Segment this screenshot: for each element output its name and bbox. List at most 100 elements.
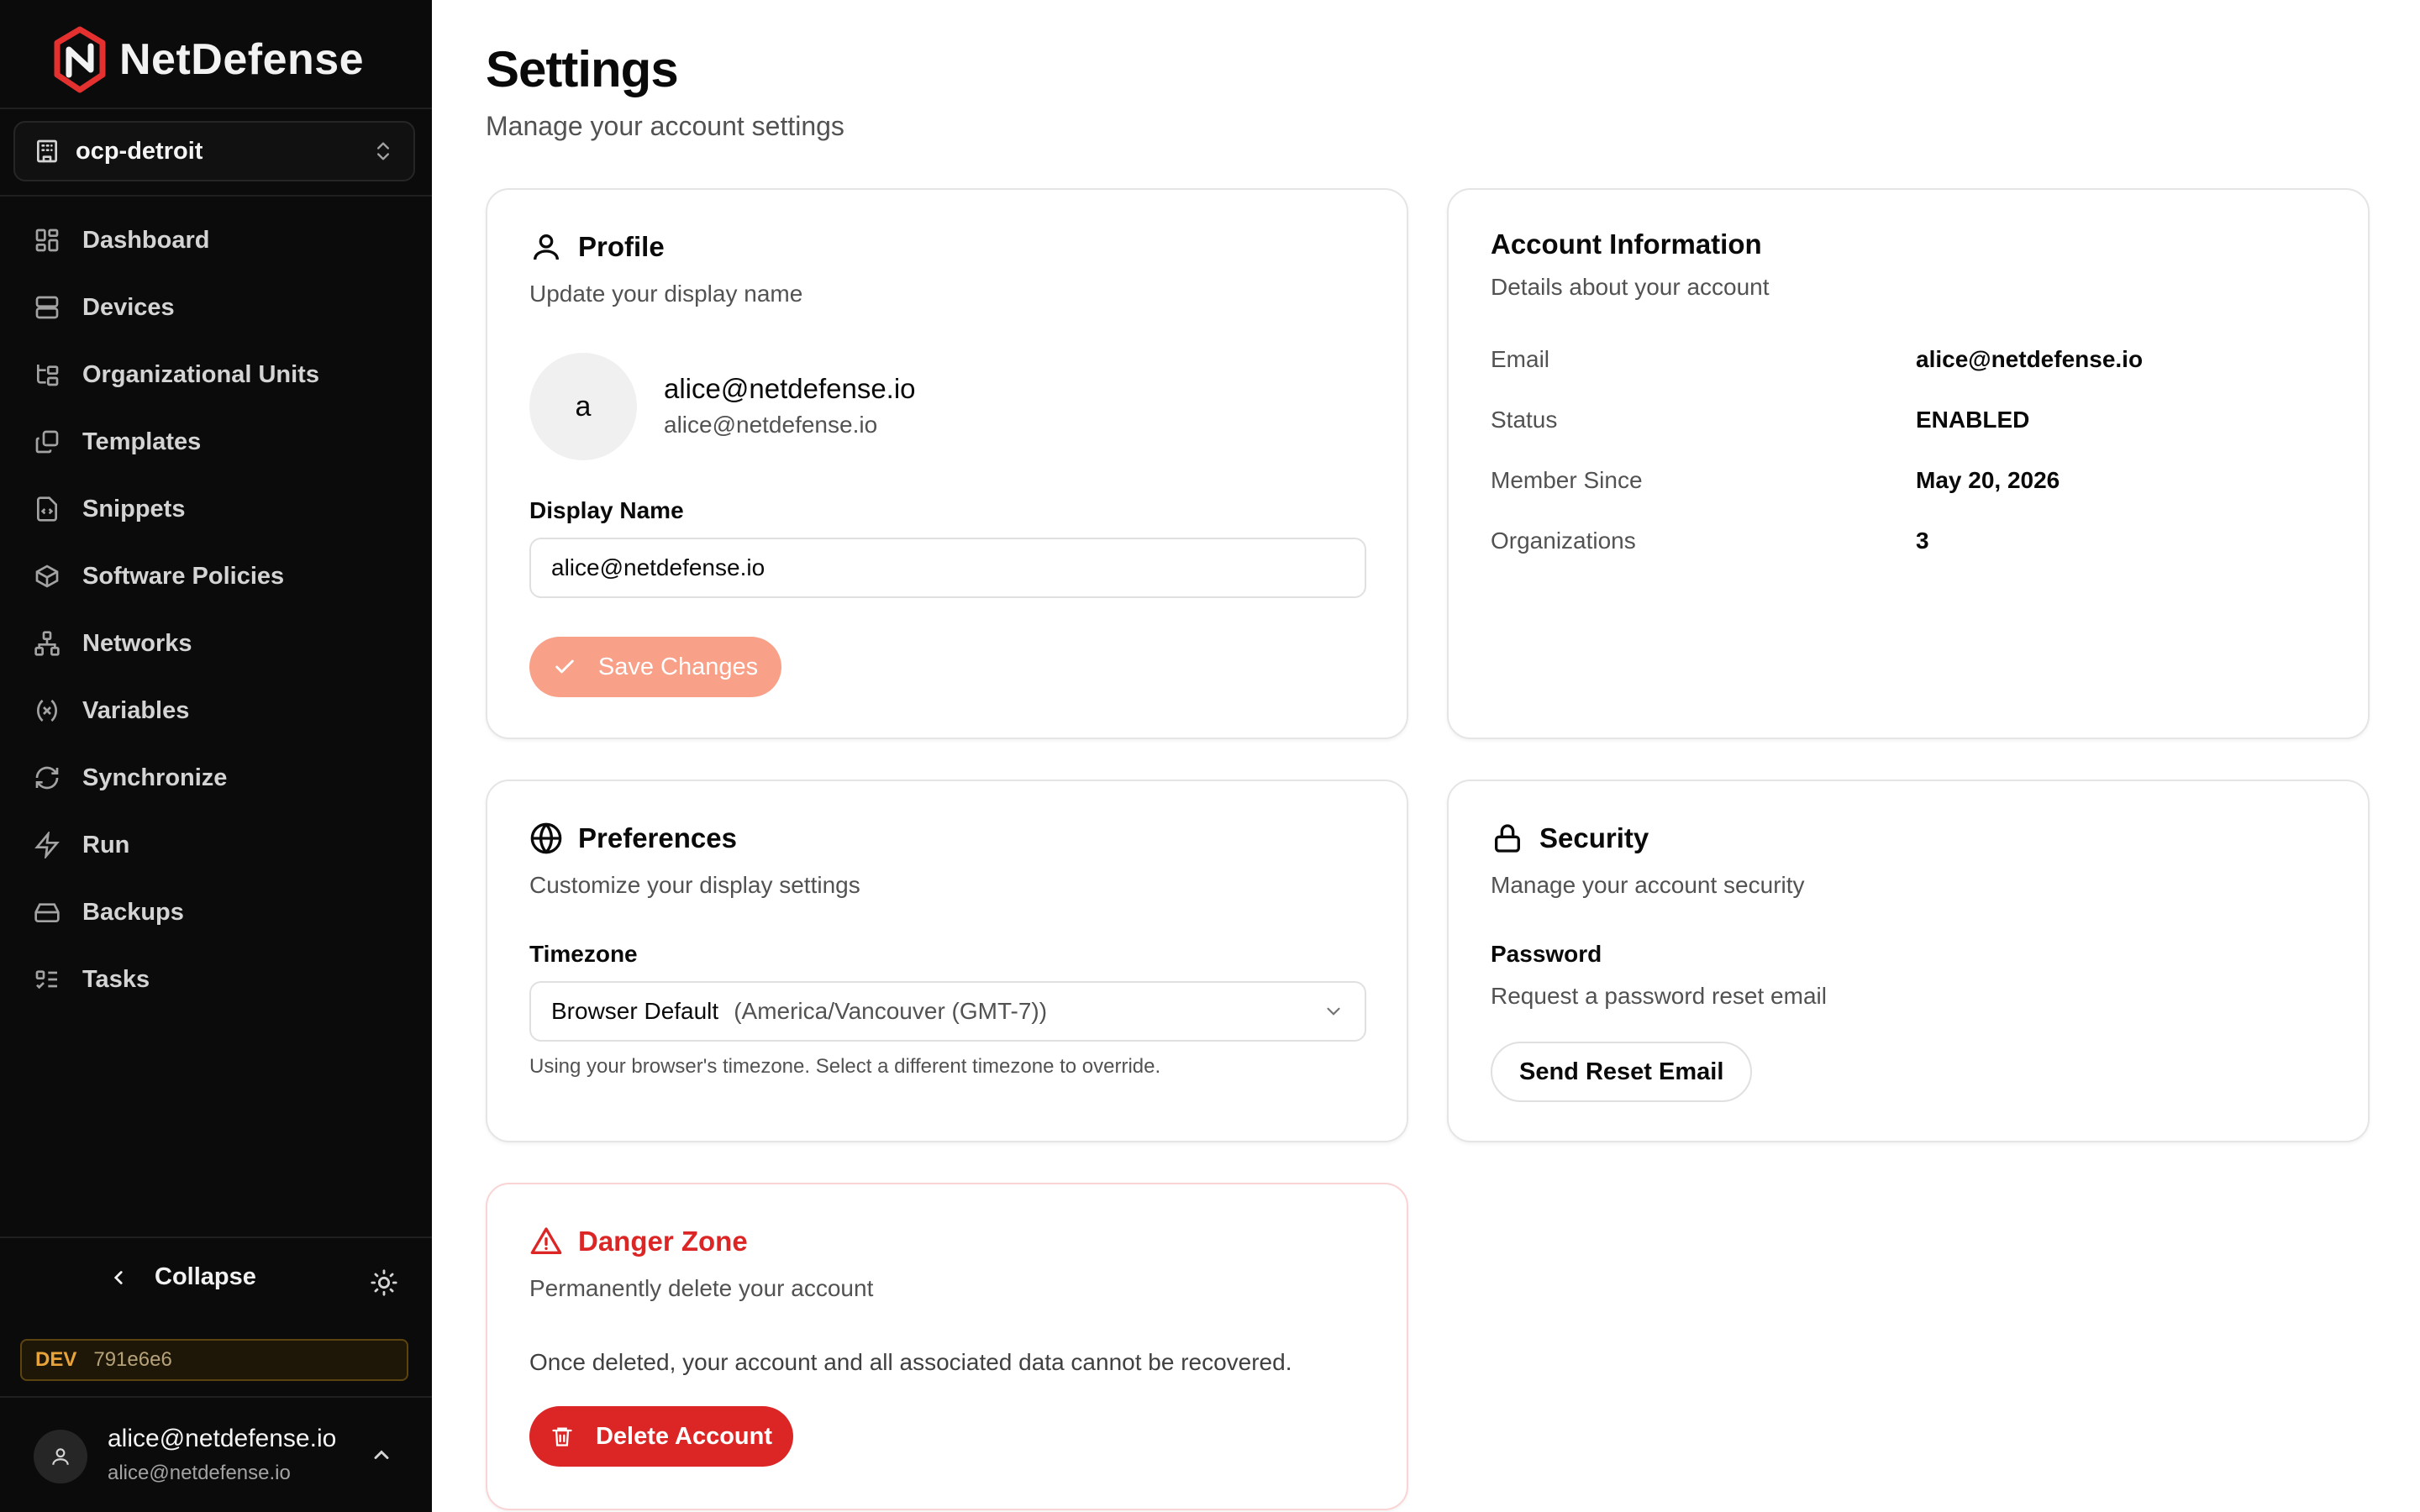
info-value: alice@netdefense.io (1916, 346, 2144, 372)
app-root: NetDefense ocp-detroit Dashboard Devices… (0, 0, 2420, 1512)
avatar: a (529, 353, 637, 460)
info-row-organizations: Organizations 3 (1491, 528, 2331, 561)
timezone-detail: (America/Vancouver (GMT-7)) (734, 998, 1048, 1024)
sidebar-divider (0, 1236, 432, 1238)
sidebar-item-label: Networks (82, 629, 192, 657)
code-file-icon (37, 496, 57, 522)
sidebar-item-backups[interactable]: Backups (0, 879, 432, 946)
org-switcher[interactable]: ocp-detroit (13, 121, 415, 181)
bolt-icon (34, 832, 60, 858)
copy-icon (35, 430, 59, 454)
account-info-card: Account Information Details about your a… (1447, 188, 2370, 739)
display-name-input[interactable]: alice@netdefense.io (529, 538, 1366, 598)
main-content: Settings Manage your account settings Pr… (432, 0, 2420, 1512)
info-key: Status (1491, 407, 1558, 433)
info-value: May 20, 2026 (1916, 467, 2060, 493)
sidebar-item-snippets[interactable]: Snippets (0, 475, 432, 543)
danger-zone-title-text: Danger Zone (578, 1226, 748, 1257)
delete-account-label: Delete Account (595, 1422, 773, 1450)
building-icon (37, 139, 57, 163)
sun-icon[interactable] (370, 1268, 398, 1297)
delete-account-button[interactable]: Delete Account (529, 1406, 793, 1467)
sidebar-item-label: Synchronize (82, 764, 228, 791)
list-todo-icon (35, 970, 57, 990)
brand-name: NetDefense (119, 35, 365, 84)
user-email: alice@netdefense.io (108, 1462, 291, 1484)
save-changes-label: Save Changes (597, 653, 759, 680)
avatar (34, 1430, 87, 1483)
sidebar-item-tasks[interactable]: Tasks (0, 946, 432, 1013)
danger-zone-title: Danger Zone (529, 1225, 748, 1258)
password-label: Password (1491, 941, 1602, 967)
info-row-status: Status ENABLED (1491, 407, 2331, 440)
network-icon (34, 631, 60, 656)
page-subtitle: Manage your account settings (486, 111, 844, 141)
sidebar-item-label: Variables (82, 696, 190, 724)
alert-triangle-icon (530, 1227, 562, 1254)
server-icon (35, 296, 59, 319)
sidebar-item-synchronize[interactable]: Synchronize (0, 744, 432, 811)
sidebar-item-devices[interactable]: Devices (0, 274, 432, 341)
sidebar-item-label: Devices (82, 293, 175, 321)
info-value: 3 (1916, 528, 1929, 554)
collapse-button[interactable]: Collapse (108, 1263, 256, 1291)
sidebar-item-variables[interactable]: Variables (0, 677, 432, 744)
timezone-select[interactable]: Browser Default (America/Vancouver (GMT-7… (529, 981, 1366, 1042)
tree-icon (37, 365, 59, 386)
sidebar-item-label: Snippets (82, 495, 186, 522)
sidebar-item-dashboard[interactable]: Dashboard (0, 207, 432, 274)
send-reset-email-button[interactable]: Send Reset Email (1491, 1042, 1753, 1102)
sidebar-item-run[interactable]: Run (0, 811, 432, 879)
danger-zone-description: Permanently delete your account (529, 1275, 874, 1301)
info-key: Email (1491, 346, 1550, 372)
sidebar-item-label: Templates (82, 428, 202, 455)
chevrons-up-down-icon (377, 142, 389, 160)
sidebar-item-organizational-units[interactable]: Organizational Units (0, 341, 432, 408)
sidebar-item-templates[interactable]: Templates (0, 408, 432, 475)
user-icon (52, 1448, 69, 1465)
sidebar-divider (0, 108, 432, 109)
sidebar-item-label: Organizational Units (82, 360, 319, 388)
profile-email: alice@netdefense.io (664, 412, 878, 438)
sidebar-item-label: Tasks (82, 965, 150, 993)
collapse-label: Collapse (155, 1263, 256, 1290)
info-key: Organizations (1491, 528, 1636, 554)
sidebar-divider (0, 195, 432, 197)
save-changes-button[interactable]: Save Changes (529, 637, 781, 697)
preferences-card: Preferences Customize your display setti… (486, 780, 1408, 1142)
user-menu[interactable]: alice@netdefense.io alice@netdefense.io (0, 1398, 432, 1512)
chevron-up-icon (374, 1450, 389, 1459)
display-name-value: alice@netdefense.io (551, 554, 765, 580)
sidebar-item-label: Software Policies (82, 562, 285, 590)
info-row-email: Email alice@netdefense.io (1491, 346, 2331, 380)
profile-description: Update your display name (529, 281, 803, 307)
chevron-down-icon (1327, 1007, 1340, 1016)
check-icon (555, 659, 574, 674)
timezone-value: Browser Default (551, 998, 719, 1024)
page-title: Settings (486, 41, 679, 97)
timezone-help: Using your browser's timezone. Select a … (529, 1055, 1161, 1078)
info-row-member-since: Member Since May 20, 2026 (1491, 467, 2331, 501)
security-card: Security Manage your account security Pa… (1447, 780, 2370, 1142)
user-icon (534, 234, 559, 260)
security-description: Manage your account security (1491, 872, 1805, 898)
info-value: ENABLED (1916, 407, 2030, 433)
profile-name: alice@netdefense.io (664, 373, 916, 404)
trash-icon (552, 1427, 572, 1446)
sidebar-item-software-policies[interactable]: Software Policies (0, 543, 432, 610)
sidebar-item-label: Backups (82, 898, 184, 926)
profile-title-text: Profile (578, 231, 665, 262)
refresh-icon (35, 766, 59, 790)
account-info-title: Account Information (1491, 228, 1762, 260)
account-info-description: Details about your account (1491, 274, 1770, 300)
sidebar-item-label: Run (82, 831, 130, 858)
danger-zone-warning: Once deleted, your account and all assoc… (529, 1349, 1292, 1375)
sidebar-item-networks[interactable]: Networks (0, 610, 432, 677)
dev-build-badge: DEV 791e6e6 (20, 1339, 408, 1381)
timezone-selected: Browser Default (America/Vancouver (GMT-7… (551, 998, 1047, 1025)
security-title-text: Security (1539, 822, 1649, 853)
sidebar-item-label: Dashboard (82, 226, 210, 254)
password-description: Request a password reset email (1491, 983, 1827, 1009)
dev-hash: 791e6e6 (93, 1348, 172, 1371)
brand[interactable]: NetDefense (52, 22, 364, 97)
